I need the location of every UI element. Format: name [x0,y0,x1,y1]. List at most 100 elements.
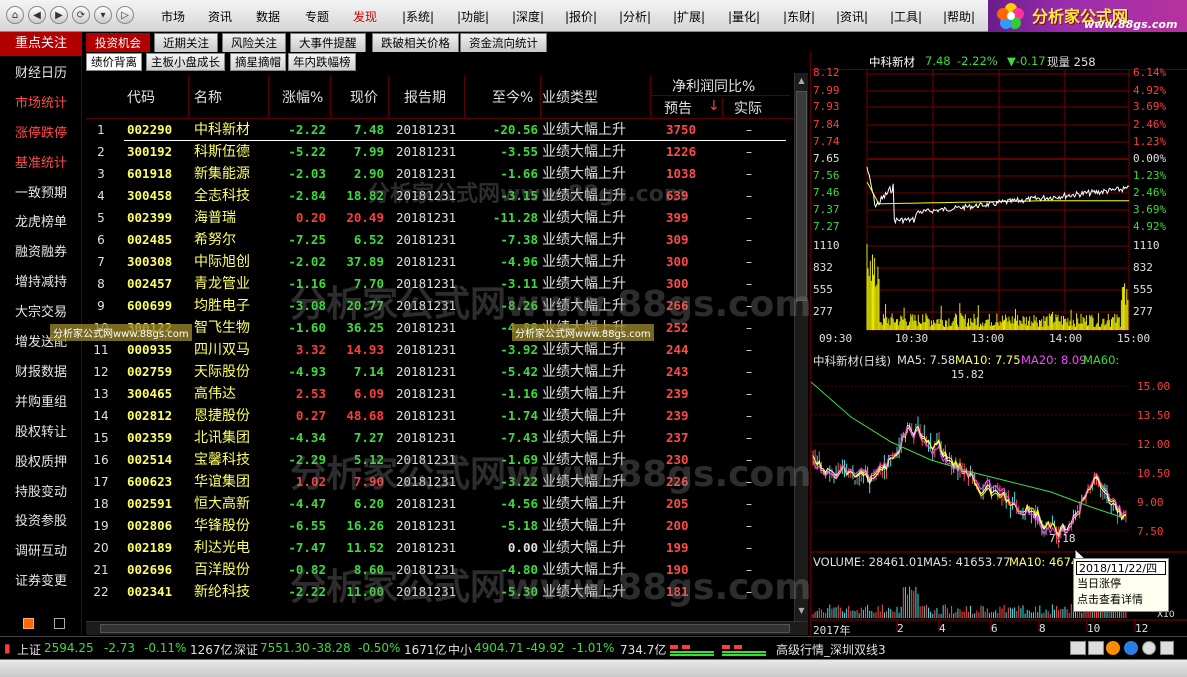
sidebar-item-6[interactable]: 龙虎榜单 [0,211,82,235]
table-row[interactable]: 5 002399 海普瑞 0.20 20.49 20181231 -11.28 业绩大幅上升 3… [86,207,794,229]
table-horizontal-scrollbar[interactable] [86,621,808,635]
sidebar-item-14[interactable]: 股权质押 [0,451,82,475]
sidebar-item-5[interactable]: 一致预期 [0,182,82,206]
table-row[interactable]: 12 002759 天际股份 -4.93 7.14 20181231 -5.42 业绩大幅上升… [86,361,794,383]
info-icon[interactable] [1124,641,1138,655]
menu-item-1[interactable]: 资讯 [208,8,232,25]
kline-tooltip[interactable]: 2018/11/22/四 当日涨停 点击查看详情 [1073,558,1169,612]
sidebar-item-8[interactable]: 增持减持 [0,271,82,295]
sidebar-item-12[interactable]: 并购重组 [0,391,82,415]
tab-main-3[interactable]: 大事件提醒 [290,33,366,52]
menu-item-12[interactable]: |东财| [783,8,815,25]
header-name[interactable]: 名称 [194,87,222,107]
table-row[interactable]: 13 300465 高伟达 2.53 6.09 20181231 -1.16 业绩大幅上升 23… [86,383,794,405]
menu-icon[interactable] [1160,641,1174,655]
sidebar-item-17[interactable]: 调研互动 [0,540,82,564]
window-icon-2[interactable] [1088,641,1104,655]
table-row[interactable]: 17 600623 华谊集团 1.02 7.90 20181231 -3.22 业绩大幅上升 2… [86,471,794,493]
table-row[interactable]: 6 002485 希努尔 -7.25 6.52 20181231 -7.38 业绩大幅上升 30… [86,229,794,251]
menu-item-4[interactable]: 发现 [353,8,377,25]
menu-item-10[interactable]: |扩展| [673,8,705,25]
tab-sub-2[interactable]: 摘星摘帽 [230,53,286,71]
alert-icon[interactable] [1106,641,1120,655]
refresh-icon[interactable]: ⟳ [72,6,90,24]
header-forecast[interactable]: 预告 [664,98,692,118]
header-actual[interactable]: 实际 [734,98,762,118]
back-icon[interactable]: ◀ [28,6,46,24]
forward-icon[interactable]: ▶ [50,6,68,24]
tab-sub-3[interactable]: 年内跌幅榜 [288,53,356,71]
sort-desc-icon[interactable]: ↓ [708,98,720,114]
sidebar-item-11[interactable]: 财报数据 [0,361,82,385]
table-row[interactable]: 8 002457 青龙管业 -1.16 7.70 20181231 -3.11 业绩大幅上升 3… [86,273,794,295]
table-vertical-scrollbar[interactable]: ▲ ▼ [794,73,808,621]
table-row[interactable]: 11 000935 四川双马 3.32 14.93 20181231 -3.92 业绩大幅上升… [86,339,794,361]
tab-main-2[interactable]: 风险关注 [222,33,286,52]
table-row[interactable]: 4 300458 全志科技 -2.84 18.82 20181231 -3.15 业绩大幅上升… [86,185,794,207]
table-row[interactable]: 14 002812 恩捷股份 0.27 48.68 20181231 -1.74 业绩大幅上升… [86,405,794,427]
table-row[interactable]: 3 601918 新集能源 -2.03 2.90 20181231 -1.66 业绩大幅上升 1… [86,163,794,185]
menu-item-5[interactable]: |系统| [402,8,434,25]
sidebar-item-7[interactable]: 融资融券 [0,241,82,265]
header-report[interactable]: 报告期 [404,87,446,107]
sidebar-item-2[interactable]: 市场统计 [0,92,82,116]
sidebar-item-3[interactable]: 涨停跌停 [0,122,82,146]
scroll-up-icon[interactable]: ▲ [796,75,807,87]
header-code[interactable]: 代码 [127,87,155,107]
table-row[interactable]: 22 002341 新纶科技 -2.22 11.00 20181231 -5.30 业绩大幅上… [86,581,794,603]
tab-main-5[interactable]: 资金流向统计 [460,33,547,52]
table-row[interactable]: 16 002514 宝馨科技 -2.29 5.12 20181231 -1.69 业绩大幅上升… [86,449,794,471]
table-row[interactable]: 10300122智飞生物-1.6036.2520181231-4.88业绩大幅上… [86,317,794,339]
header-price[interactable]: 现价 [350,87,378,107]
header-ytd[interactable]: 至今% [492,87,533,107]
menu-item-2[interactable]: 数据 [256,8,280,25]
tab-main-0[interactable]: 投资机会 [86,33,150,52]
tab-main-4[interactable]: 跌破相关价格 [372,33,459,52]
header-change[interactable]: 涨幅% [282,87,323,107]
sidebar-item-9[interactable]: 大宗交易 [0,301,82,325]
tab-main-1[interactable]: 近期关注 [154,33,218,52]
tab-sub-1[interactable]: 主板小盘成长 [146,53,225,71]
menu-item-13[interactable]: |资讯| [836,8,868,25]
next-icon[interactable]: ▷ [116,6,134,24]
table-row[interactable]: 21 002696 百洋股份 -0.82 8.60 20181231 -4.80 业绩大幅上升… [86,559,794,581]
sidebar-item-15[interactable]: 持股变动 [0,481,82,505]
sidebar-orange-square-icon[interactable] [23,618,34,629]
header-type[interactable]: 业绩类型 [542,87,598,107]
table-row[interactable]: 7 300308 中际旭创 -2.02 37.89 20181231 -4.96 业绩大幅上升… [86,251,794,273]
table-row[interactable]: 2 300192 科斯伍德 -5.22 7.99 20181231 -3.55 业绩大幅上升 1… [86,141,794,163]
tab-sub-0[interactable]: 绩价背离 [86,53,142,71]
intraday-chart[interactable] [811,52,1187,332]
sidebar-item-16[interactable]: 投资参股 [0,510,82,534]
menu-item-11[interactable]: |量化| [728,8,760,25]
menu-item-6[interactable]: |功能| [457,8,489,25]
sidebar-item-4[interactable]: 基准统计 [0,152,82,176]
table-row[interactable]: 18 002591 恒大高新 -4.47 6.20 20181231 -4.56 业绩大幅上升… [86,493,794,515]
menu-item-3[interactable]: 专题 [305,8,329,25]
menu-item-9[interactable]: |分析| [619,8,651,25]
menu-item-15[interactable]: |帮助| [943,8,975,25]
sidebar-item-13[interactable]: 股权转让 [0,421,82,445]
dropdown-icon[interactable]: ▾ [94,6,112,24]
table-row[interactable]: 20 002189 利达光电 -7.47 11.52 20181231 0.00 业绩大幅上升… [86,537,794,559]
scroll-thumb[interactable] [796,91,807,301]
table-row[interactable]: 19 002806 华锋股份 -6.55 16.26 20181231 -5.18 业绩大幅上… [86,515,794,537]
scroll-down-icon[interactable]: ▼ [796,605,807,617]
settings-icon[interactable] [1142,641,1156,655]
sidebar-item-0[interactable]: 重点关注 [0,32,82,56]
hscroll-thumb[interactable] [100,624,790,633]
menu-item-0[interactable]: 市场 [161,8,185,25]
table-row[interactable]: 1 002290 中科新材 -2.22 7.48 20181231 -20.56 业绩大幅上升… [86,119,794,141]
sidebar-item-1[interactable]: 财经日历 [0,62,82,86]
menu-item-7[interactable]: |深度| [512,8,544,25]
menu-item-8[interactable]: |报价| [565,8,597,25]
window-icon-1[interactable] [1070,641,1086,655]
table-row[interactable]: 9 600699 均胜电子 -3.08 20.77 20181231 -8.26 业绩大幅上升… [86,295,794,317]
sidebar-empty-square-icon[interactable] [54,618,65,629]
home-icon[interactable]: ⌂ [6,6,24,24]
menu-item-14[interactable]: |工具| [890,8,922,25]
sidebar-item-18[interactable]: 证券变更 [0,570,82,594]
tooltip-line2[interactable]: 点击查看详情 [1074,592,1168,608]
table-row[interactable]: 15 002359 北讯集团 -4.34 7.27 20181231 -7.43 业绩大幅上升… [86,427,794,449]
index-ticker[interactable]: ▮ 上证 2594.25 -2.73 -0.11% 1267亿 深证 7551.… [0,641,1187,657]
